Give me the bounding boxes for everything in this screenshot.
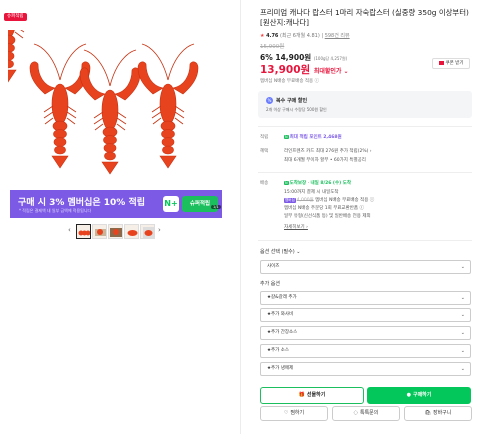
naver-n-icon: N <box>284 135 289 139</box>
thumb-prev-arrow[interactable]: ‹ <box>68 226 71 234</box>
rating-row: ★ 4.76 (최근 6개월 4.81) | 598건 리뷰 <box>260 33 350 39</box>
product-main-image[interactable] <box>8 30 222 190</box>
delivery-line-3: 멤버십 N배송 무료배송 적용 ⓘ <box>315 198 375 203</box>
delivery-membership-free: 멤버십 4,000원 멤버십 N배송 무료배송 적용 ⓘ <box>284 197 374 203</box>
delivery-strike-price: 4,000원 <box>296 198 314 203</box>
points-label: 적립 <box>260 135 269 140</box>
banner-page-indicator: 1/1 <box>211 205 221 209</box>
like-button[interactable]: ♡ 찜하기 <box>260 406 328 421</box>
thumbnail-1[interactable] <box>76 224 91 239</box>
membership-tag: 멤버십 <box>284 198 296 203</box>
thumbnail-2[interactable] <box>92 224 107 239</box>
star-icon: ★ <box>260 33 265 39</box>
basket-label: 장바구니 <box>432 410 452 416</box>
option-title: 옵션 선택 (필수) ⌄ <box>260 249 301 255</box>
extra-option-3: ★추가 간장소스 <box>267 330 298 335</box>
points-value: N 최대 적립 포인트 2,468원 <box>284 134 342 140</box>
extra-option-5: ★추가 냉매제 <box>267 366 294 371</box>
chevron-down-icon: ⌄ <box>460 312 465 318</box>
chevron-down-icon: ⌄ <box>460 264 465 270</box>
buy-label: 구매하기 <box>412 392 432 398</box>
benefit-label: 혜택 <box>260 149 269 154</box>
delivery-label: 배송 <box>260 181 269 186</box>
section-divider <box>258 240 472 241</box>
coupon-flag-icon <box>438 60 444 65</box>
rating-score: 4.76 <box>266 33 279 39</box>
delivery-more-text: 자세히보기 › <box>284 225 308 230</box>
original-price: 15,900원 <box>260 44 285 50</box>
talk-label: 톡톡문의 <box>359 410 379 416</box>
extra-option-title: 추가 옵션 <box>260 281 280 287</box>
delivery-return: 멤버십 N배송 주문당 1회 무료교환반품 ⓘ <box>284 206 364 211</box>
cart-icon: 🛍 <box>424 410 431 416</box>
super-point-label: 슈퍼적립 <box>182 196 218 212</box>
extra-option-select-1[interactable]: ★갈&갈래 추가 ⌄ <box>260 291 471 305</box>
section-divider <box>258 126 472 127</box>
discount-price: 6% 14,900원 <box>260 53 312 62</box>
extra-option-select-4[interactable]: ★추가 소스 ⌄ <box>260 344 471 358</box>
extra-option-4: ★추가 소스 <box>267 348 290 353</box>
benefit-line-2: 최대 6개월 무이자 할부 • 60가지 특별공리 <box>284 158 366 163</box>
chevron-down-icon: ⌄ <box>460 348 465 354</box>
unit-price: (100g당 4,257원) <box>313 56 348 61</box>
delivery-arrive: N 도착보장 · 내일 8/26 (수) 도착 <box>284 181 352 186</box>
column-divider <box>240 0 241 434</box>
promo-sub-text: * 적립은 결제액 내 일부 금액에 적용됩니다 <box>19 208 92 213</box>
extra-option-select-2[interactable]: ★추가 와사비 ⌄ <box>260 308 471 322</box>
multi-purchase-discount-box: % 복수 구매 할인 2개 이상 구매시 수량당 500원 할인 <box>258 91 472 118</box>
promo-main-text: 구매 시 3% 멤버십은 10% 적립 <box>18 198 146 208</box>
extra-option-1: ★갈&갈래 추가 <box>267 295 297 300</box>
gift-button[interactable]: 🎁 선물하기 <box>260 387 364 404</box>
lobster-illustration <box>8 30 199 175</box>
buy-button[interactable]: ● 구매하기 <box>367 387 471 404</box>
naver-n-icon: N <box>284 181 289 185</box>
extra-option-select-5[interactable]: ★추가 냉매제 ⌄ <box>260 362 471 376</box>
max-discount-price: 13,900원 <box>260 64 311 76</box>
gift-icon: 🎁 <box>298 392 305 398</box>
size-select-value: 사이즈 <box>267 264 280 269</box>
talk-inquiry-button[interactable]: ◌ 톡톡문의 <box>332 406 400 421</box>
thumbnail-5[interactable] <box>140 224 155 239</box>
delivery-guarantee: 도착보장 <box>289 181 307 186</box>
multi-discount-title: 복수 구매 할인 <box>276 98 308 104</box>
extra-option-select-3[interactable]: ★추가 간장소스 ⌄ <box>260 326 471 340</box>
naver-plus-icon: N+ <box>163 196 179 212</box>
product-title: 프리미엄 캐나다 랍스터 1마리 자숙랍스터 (실중량 350g 이상부터) [… <box>260 8 469 27</box>
delivery-deadline: 15:00까지 결제 시 내일도착 <box>284 190 339 195</box>
gift-label: 선물하기 <box>306 392 326 398</box>
heart-icon: ♡ <box>283 410 289 416</box>
super-point-badge: 슈퍼적립 <box>4 13 27 21</box>
membership-promo-banner[interactable]: 구매 시 3% 멤버십은 10% 적립 * 적립은 결제액 내 일부 금액에 적… <box>10 190 222 218</box>
review-count-link[interactable]: 598건 리뷰 <box>325 33 350 39</box>
naver-pay-icon: ● <box>406 392 411 398</box>
rating-note: (최근 6개월 4.81) <box>280 33 320 39</box>
thumbnail-4[interactable] <box>124 224 139 239</box>
thumbnail-3[interactable] <box>108 224 123 239</box>
chevron-down-icon: ⌄ <box>460 366 465 372</box>
chevron-down-icon: ⌄ <box>460 330 465 336</box>
membership-shipping-text: 멤버십 N배송 무료배송 적용 ⓘ <box>260 79 320 84</box>
size-select[interactable]: 사이즈 ⌄ <box>260 260 471 274</box>
points-text: 최대 적립 포인트 2,468원 <box>289 135 342 140</box>
max-discount-row[interactable]: 13,900원 최대할인가 ⌄ <box>260 62 349 77</box>
multi-discount-desc: 2개 이상 구매시 수량당 500원 할인 <box>266 107 327 112</box>
coupon-button[interactable]: 쿠폰 받기 <box>432 58 470 69</box>
delivery-date: 내일 8/26 (수) 도착 <box>310 181 352 186</box>
membership-shipping-note: 멤버십 N배송 무료배송 적용 ⓘ <box>260 78 319 84</box>
delivery-more-link[interactable]: 자세히보기 › <box>284 224 308 230</box>
add-to-cart-button[interactable]: 🛍 장바구니 <box>404 406 472 421</box>
coupon-label: 쿠폰 받기 <box>445 61 464 66</box>
chevron-down-icon: ⌄ <box>460 295 465 301</box>
max-discount-label: 최대할인가 ⌄ <box>313 68 349 75</box>
like-label: 찜하기 <box>290 410 305 416</box>
percent-icon: % <box>266 97 273 104</box>
thumb-next-arrow[interactable]: › <box>158 226 161 234</box>
extra-option-2: ★추가 와사비 <box>267 312 294 317</box>
benefit-line-1[interactable]: 라인프렌즈 카드 최대 276원 추가 적립(2%) › <box>284 148 372 154</box>
delivery-exclusion: 일부 유형(신선식품 등) 및 일반배송 전용 제외 <box>284 214 371 219</box>
chat-icon: ◌ <box>353 410 358 416</box>
section-divider <box>258 172 472 173</box>
